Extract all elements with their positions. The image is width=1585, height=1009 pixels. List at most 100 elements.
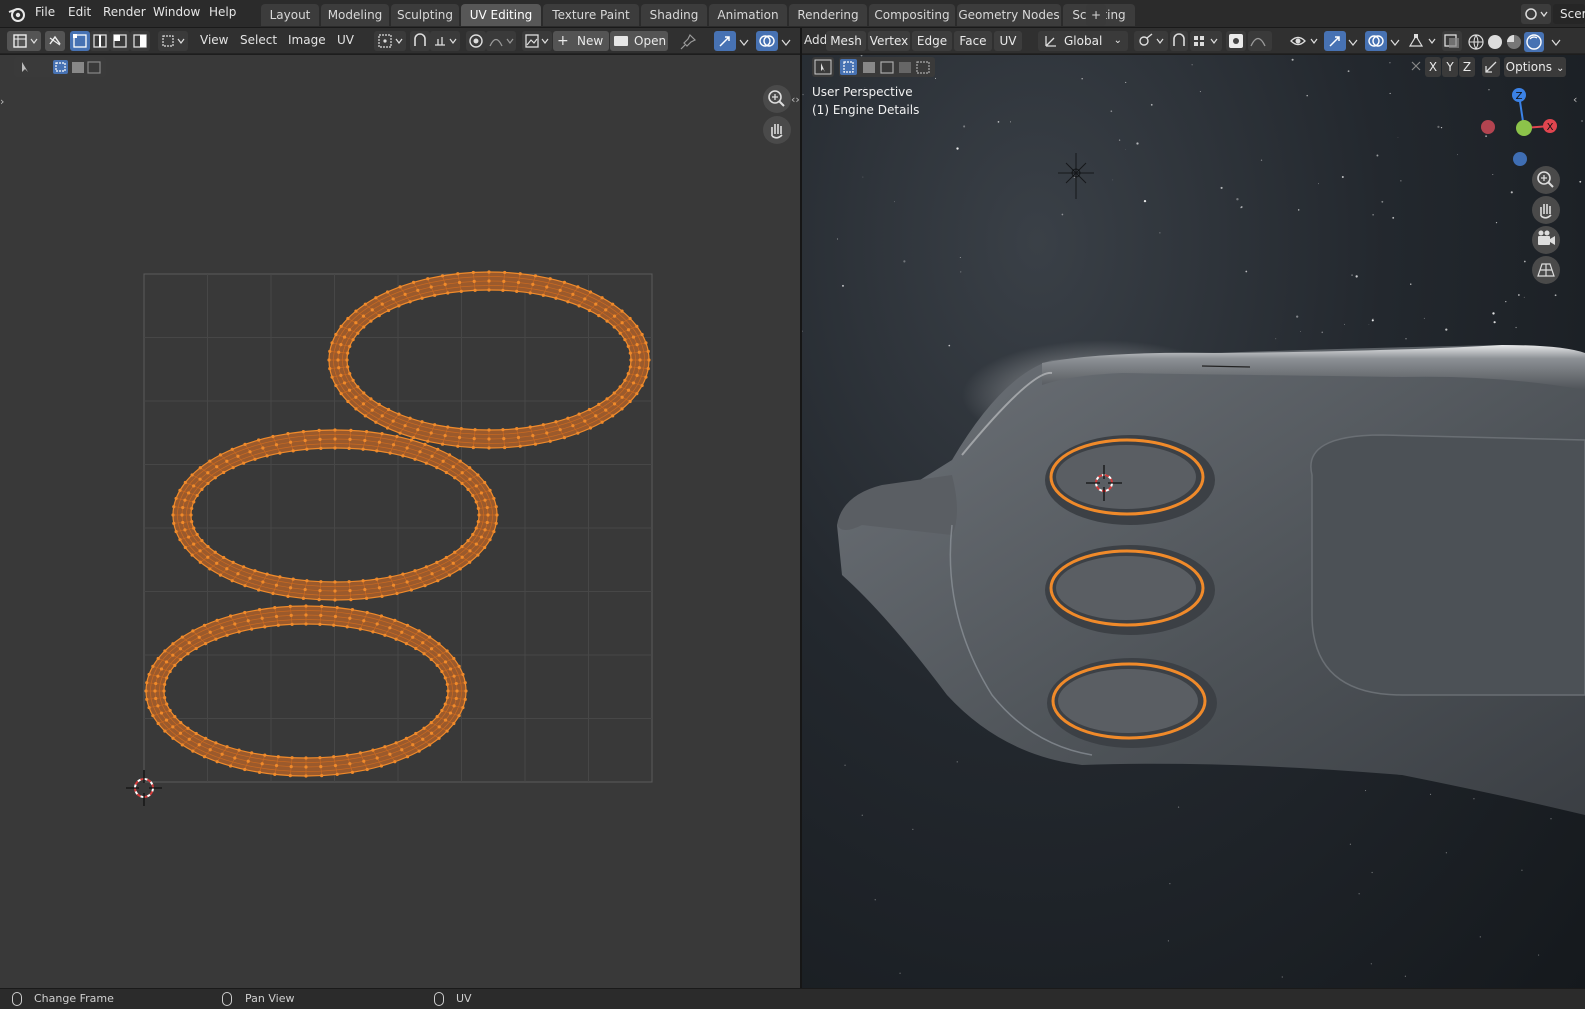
gizmo-neg-z-axis[interactable] — [1513, 152, 1527, 166]
empty-object-icon — [1058, 153, 1094, 199]
scene-selector-icon[interactable] — [1521, 4, 1551, 24]
tab-uv-editing[interactable]: UV Editing — [461, 4, 541, 26]
viewport-overlay-icon[interactable] — [1365, 31, 1387, 51]
viewport-menu-vertex[interactable]: Vertex — [868, 31, 910, 51]
tab-layout[interactable]: Layout — [261, 4, 319, 26]
engine-nozzle-top — [1045, 435, 1215, 525]
2d-cursor-icon[interactable] — [126, 770, 162, 806]
editor-type-icon[interactable] — [7, 31, 41, 51]
proportional-editing-icon[interactable] — [466, 31, 486, 51]
shading-dropdown-icon[interactable] — [1550, 37, 1562, 47]
viewport-pivot-icon[interactable] — [1134, 31, 1168, 51]
viewport-pan-hand-icon[interactable] — [1532, 196, 1560, 224]
uv-editor-area[interactable]: › ‹› — [0, 55, 800, 988]
viewport-snap-icon[interactable] — [1170, 31, 1188, 51]
zoom-icon[interactable] — [763, 85, 791, 113]
viewport-menu-edge[interactable]: Edge — [912, 31, 952, 51]
menu-edit[interactable]: Edit — [68, 5, 91, 19]
viewport-snap-target-icon[interactable] — [1190, 31, 1222, 51]
tab-compositing[interactable]: Compositing — [869, 4, 955, 26]
mirror-z-toggle[interactable]: Z — [1459, 57, 1475, 77]
falloff-curve-icon[interactable] — [486, 31, 516, 51]
3d-viewport[interactable]: User Perspective (1) Engine Details X Y … — [802, 55, 1585, 988]
menu-render[interactable]: Render — [103, 5, 146, 19]
uv-gizmo-dropdown-icon[interactable] — [738, 37, 750, 47]
mirror-x-toggle[interactable]: X — [1425, 57, 1441, 77]
tab-geometry-nodes[interactable]: Geometry Nodes — [957, 4, 1061, 26]
island-select-mode-icon[interactable] — [130, 31, 150, 51]
vertex-select-mode-icon[interactable] — [70, 31, 90, 51]
status-change-frame: Change Frame — [34, 992, 114, 1005]
uv-menu-uv[interactable]: UV — [337, 33, 354, 47]
tab-shading[interactable]: Shading — [641, 4, 707, 26]
viewport-select-tool-icon[interactable] — [812, 57, 834, 77]
viewport-overlay-dropdown-icon[interactable] — [1389, 37, 1401, 47]
face-select-mode-icon[interactable] — [110, 31, 130, 51]
edge-select-mode-icon[interactable] — [90, 31, 110, 51]
wireframe-shading-icon[interactable] — [1468, 34, 1484, 51]
uv-overlay-icon[interactable] — [756, 31, 778, 51]
uv-gizmo-icon[interactable] — [714, 31, 736, 51]
mirror-y-toggle[interactable]: Y — [1442, 57, 1458, 77]
viewport-menu-add[interactable]: Add — [804, 33, 827, 47]
viewport-sidebar-expand-icon[interactable]: ‹ — [1573, 93, 1577, 106]
viewport-gizmo-dropdown-icon[interactable] — [1347, 37, 1359, 47]
options-dropdown[interactable]: Options ⌄ — [1504, 57, 1566, 77]
image-browse-icon[interactable] — [522, 31, 552, 51]
gizmo-neg-x-axis[interactable] — [1481, 120, 1495, 134]
uv-menu-select[interactable]: Select — [240, 33, 277, 47]
snap-toggle-icon[interactable] — [410, 31, 430, 51]
uv-island-top[interactable] — [327, 270, 651, 450]
uv-menu-view[interactable]: View — [200, 33, 228, 47]
uv-canvas[interactable] — [0, 55, 800, 988]
menu-file[interactable]: File — [35, 5, 55, 19]
snap-target-icon[interactable] — [430, 31, 460, 51]
open-image-button[interactable]: Open — [610, 31, 668, 51]
add-workspace-button[interactable]: + — [1086, 4, 1106, 26]
material-shading-icon[interactable] — [1507, 35, 1521, 49]
folder-icon — [614, 36, 628, 46]
sync-selection-icon[interactable] — [45, 31, 65, 51]
pivot-point-icon[interactable] — [374, 31, 406, 51]
side-panel — [1310, 434, 1585, 696]
tab-sculpting[interactable]: Sculpting — [391, 4, 459, 26]
chevron-down-icon: ⌄ — [1113, 35, 1122, 46]
tab-rendering[interactable]: Rendering — [789, 4, 867, 26]
mirror-axis-icon[interactable] — [1410, 58, 1422, 74]
sticky-selection-icon[interactable] — [158, 31, 188, 51]
viewport-proportional-icon[interactable] — [1226, 31, 1246, 51]
uv-overlay-dropdown-icon[interactable] — [780, 37, 792, 47]
viewport-menu-face[interactable]: Face — [954, 31, 992, 51]
pin-icon[interactable] — [678, 32, 698, 52]
tab-texture-paint[interactable]: Texture Paint — [543, 4, 639, 26]
viewport-menu-mesh[interactable]: Mesh — [826, 31, 866, 51]
navigation-gizmo[interactable]: Z X — [1472, 83, 1562, 178]
perspective-toggle-icon[interactable] — [1532, 256, 1560, 284]
gizmo-y-axis[interactable] — [1516, 120, 1532, 136]
uv-menu-image[interactable]: Image — [288, 33, 326, 47]
scene-name-field[interactable]: Scer — [1553, 4, 1585, 24]
viewport-falloff-icon[interactable] — [1248, 31, 1272, 51]
pan-hand-icon[interactable] — [763, 116, 791, 144]
new-image-button[interactable]: + New — [553, 31, 609, 51]
visibility-eye-icon[interactable] — [1288, 31, 1322, 51]
viewport-gizmo-icon[interactable] — [1324, 31, 1346, 51]
auto-merge-icon[interactable] — [1482, 57, 1500, 77]
ship-nose — [837, 475, 957, 535]
engine-nozzle-middle — [1045, 545, 1215, 635]
tab-animation[interactable]: Animation — [709, 4, 787, 26]
uv-island-bottom[interactable] — [144, 604, 468, 778]
sidebar-expand-icon[interactable]: ‹› — [791, 93, 800, 106]
viewport-select-mode-group[interactable] — [839, 57, 935, 77]
xray-toggle-icon[interactable] — [1442, 31, 1462, 51]
viewport-menu-uv[interactable]: UV — [994, 31, 1022, 51]
solid-shading-icon[interactable] — [1488, 35, 1502, 49]
menu-window[interactable]: Window — [153, 5, 200, 19]
viewport-zoom-icon[interactable] — [1532, 166, 1560, 194]
blender-logo-icon[interactable] — [8, 5, 26, 23]
tab-modeling[interactable]: Modeling — [321, 4, 389, 26]
menu-help[interactable]: Help — [209, 5, 236, 19]
camera-view-icon[interactable] — [1532, 226, 1560, 254]
mesh-edit-overlay-icon[interactable] — [1406, 31, 1440, 51]
transform-orientation-dropdown[interactable]: Global ⌄ — [1038, 31, 1128, 51]
